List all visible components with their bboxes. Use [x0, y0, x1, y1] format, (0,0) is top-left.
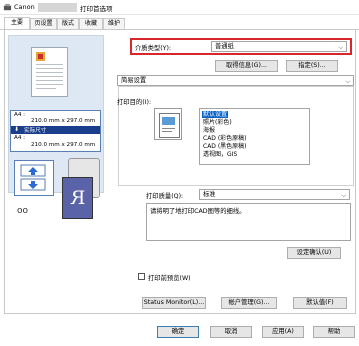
tab-favorites[interactable]: 收藏 [79, 18, 103, 29]
media-type-value: 普通纸 [215, 43, 234, 50]
brand-name: Canon [14, 3, 35, 11]
output-size-dims: 210.0 mm x 297.0 mm [31, 142, 96, 148]
paper-size-info: A4 : 210.0 mm x 297.0 mm ⬇ 实际尺寸 A4 : 210… [10, 110, 101, 152]
glasses-icon: oo [17, 206, 29, 216]
comment-text: 请将明了地打印CAD图等的细线。 [150, 208, 246, 215]
preview-before-print-label: 打印前预览(W) [148, 275, 191, 282]
status-monitor-button[interactable]: Status Monitor(L)... [142, 297, 206, 309]
paper-letter: R [71, 187, 86, 209]
tab-main[interactable]: 主要 [4, 17, 30, 29]
purpose-list[interactable]: 默认设置 照片(彩色) 海报 CAD (彩色原稿) CAD (黑色原稿) 透视图… [199, 108, 310, 165]
purpose-item-perspective-gis[interactable]: 透视图，GIS [202, 151, 238, 158]
setting-mode-select[interactable]: 简易设置 ⌵ [117, 75, 354, 86]
purpose-preview-icon [154, 108, 182, 140]
print-quality-value: 标准 [203, 191, 216, 198]
actual-size-band: ⬇ 实际尺寸 [11, 126, 100, 134]
media-type-select[interactable]: 普通纸 ⌵ [211, 41, 347, 52]
tab-maintenance[interactable]: 维护 [103, 18, 125, 29]
purpose-item-cad-color[interactable]: CAD (彩色原稿) [202, 135, 248, 142]
tab-page-setup[interactable]: 页设置 [30, 18, 57, 29]
actual-size-label: 实际尺寸 [24, 128, 47, 134]
purpose-item-cad-black[interactable]: CAD (黑色原稿) [202, 143, 248, 150]
get-info-button[interactable]: 取得信息(G)... [215, 60, 278, 72]
specify-button[interactable]: 指定(S)... [286, 60, 338, 72]
output-size-label: A4 : [14, 135, 26, 141]
down-arrow-icon: ⬇ [14, 126, 20, 133]
chevron-down-icon: ⌵ [341, 192, 346, 199]
redacted-printer-name [38, 3, 77, 12]
print-quality-label: 打印质量(Q): [146, 193, 184, 200]
title-bar: Canon 打印首选项 [0, 0, 359, 15]
set-confirm-button[interactable]: 设定确认(U) [287, 247, 341, 259]
help-button[interactable]: 帮助 [313, 326, 355, 338]
document-preview [31, 47, 68, 97]
purpose-item-poster[interactable]: 海报 [202, 127, 216, 134]
chevron-down-icon: ⌵ [345, 78, 350, 85]
purpose-label: 打印目的(I): [117, 99, 152, 106]
setting-mode-value: 简易设置 [121, 77, 147, 84]
tab-layout[interactable]: 版式 [57, 18, 79, 29]
ok-button[interactable]: 确定 [157, 326, 199, 338]
paper-orientation-preview: R [62, 177, 93, 219]
purpose-item-photo[interactable]: 照片(彩色) [202, 119, 233, 126]
media-type-label: 介质类型(Y): [135, 45, 172, 52]
cancel-button[interactable]: 取消 [210, 326, 252, 338]
source-size-dims: 210.0 mm x 297.0 mm [31, 118, 96, 124]
feed-direction-icon [20, 164, 46, 191]
purpose-item-default[interactable]: 默认设置 [202, 111, 229, 118]
source-size-label: A4 : [14, 112, 26, 118]
chevron-down-icon: ⌵ [338, 44, 343, 51]
window-title: 打印首选项 [80, 5, 113, 13]
apply-button[interactable]: 应用(A) [262, 326, 304, 338]
preview-before-print-checkbox[interactable] [138, 273, 145, 280]
defaults-button[interactable]: 默认值(F) [293, 297, 347, 309]
print-quality-select[interactable]: 标准 ⌵ [199, 189, 350, 200]
printer-app-icon [3, 3, 12, 11]
paper-tray [14, 160, 54, 196]
photo-thumbnail-icon [36, 52, 45, 61]
tab-bar: 主要 页设置 版式 收藏 维护 [0, 17, 359, 29]
comment-box: 请将明了地打印CAD图等的细线。 [146, 203, 351, 241]
account-management-button[interactable]: 帐户管理(G)... [221, 297, 277, 309]
